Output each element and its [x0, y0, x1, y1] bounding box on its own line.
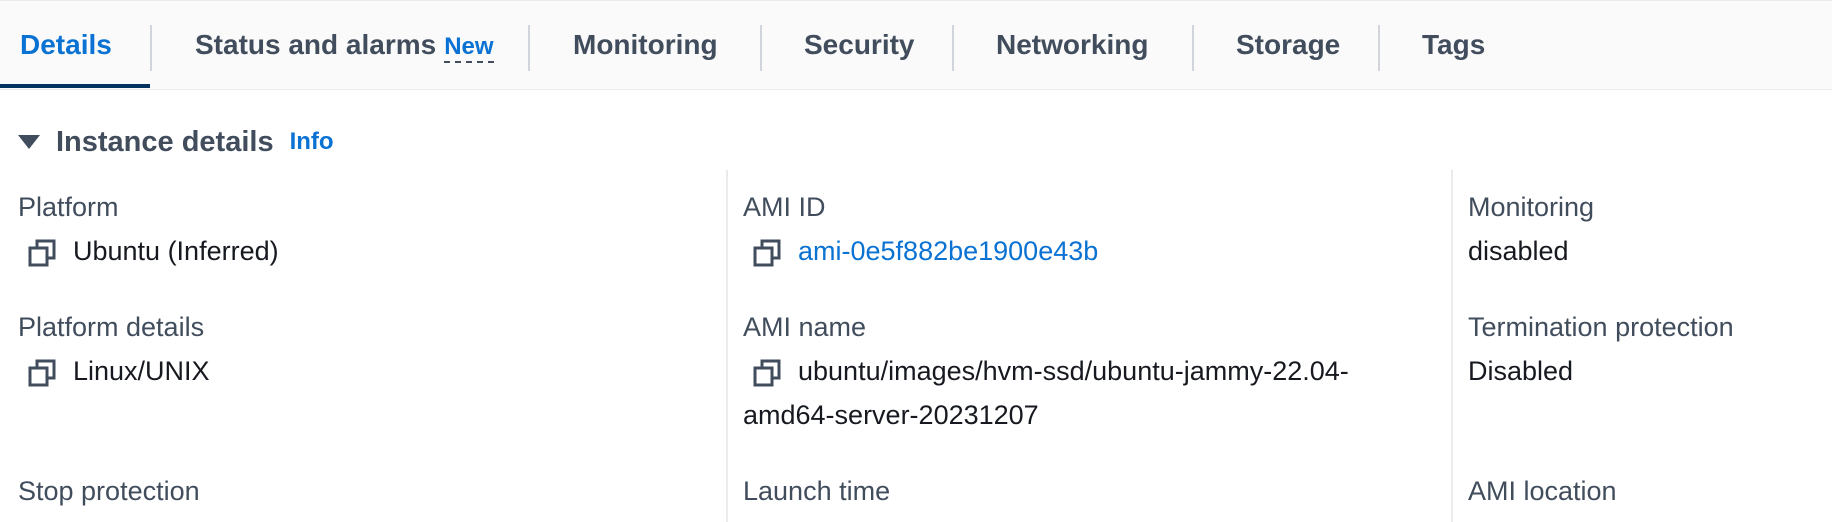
- tab-storage[interactable]: Storage: [1236, 1, 1340, 89]
- monitoring-label: Monitoring: [1468, 192, 1595, 222]
- platform-label: Platform: [18, 192, 119, 222]
- tab-networking[interactable]: Networking: [996, 1, 1148, 89]
- ami-id-link[interactable]: ami-0e5f882be1900e43b: [798, 236, 1098, 267]
- platform-details-value: Linux/UNIX: [73, 356, 210, 386]
- copy-icon[interactable]: [27, 358, 57, 388]
- tab-separator: [528, 25, 530, 71]
- ami-name-value-line2: amd64-server-20231207: [743, 400, 1039, 430]
- tab-status-and-alarms[interactable]: Status and alarms New: [195, 1, 494, 89]
- tab-separator: [1192, 25, 1194, 71]
- tab-separator: [760, 25, 762, 71]
- tab-tags[interactable]: Tags: [1422, 1, 1485, 89]
- copy-icon[interactable]: [752, 238, 782, 268]
- launch-time-label: Launch time: [743, 476, 891, 506]
- termination-protection-label: Termination protection: [1468, 312, 1734, 342]
- column-divider: [726, 170, 728, 522]
- platform-value: Ubuntu (Inferred): [73, 236, 279, 266]
- tab-monitoring[interactable]: Monitoring: [573, 1, 718, 89]
- tab-security[interactable]: Security: [804, 1, 915, 89]
- active-tab-indicator: [0, 84, 150, 88]
- ami-name-label: AMI name: [743, 312, 867, 342]
- tab-details[interactable]: Details: [20, 1, 112, 89]
- platform-details-label: Platform details: [18, 312, 205, 342]
- section-title: Instance details: [56, 125, 274, 158]
- ami-id-label: AMI ID: [743, 192, 826, 222]
- tab-separator: [150, 25, 152, 71]
- new-badge: New: [444, 27, 494, 63]
- instance-details-header[interactable]: Instance details Info: [18, 122, 334, 162]
- column-divider: [1451, 170, 1453, 522]
- tab-bar: Details Status and alarms New Monitoring…: [0, 0, 1832, 90]
- tab-separator: [952, 25, 954, 71]
- tab-separator: [1378, 25, 1380, 71]
- monitoring-value: disabled: [1468, 236, 1569, 266]
- info-link[interactable]: Info: [290, 128, 334, 156]
- copy-icon[interactable]: [752, 358, 782, 388]
- ami-name-value-line1: ubuntu/images/hvm-ssd/ubuntu-jammy-22.04…: [798, 356, 1349, 386]
- caret-down-icon[interactable]: [18, 135, 40, 149]
- stop-protection-label: Stop protection: [18, 476, 200, 506]
- copy-icon[interactable]: [27, 238, 57, 268]
- tab-status-and-alarms-label: Status and alarms: [195, 29, 437, 60]
- ami-location-label: AMI location: [1468, 476, 1617, 506]
- termination-protection-value: Disabled: [1468, 356, 1574, 386]
